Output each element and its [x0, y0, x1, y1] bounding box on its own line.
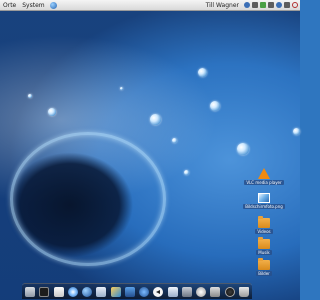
folder-icon	[258, 216, 270, 228]
terminal-icon[interactable]	[39, 286, 50, 297]
monitor-icon[interactable]	[124, 286, 135, 297]
power-icon[interactable]	[224, 286, 235, 297]
back-arrow-icon[interactable]	[153, 286, 164, 297]
trash-icon[interactable]	[238, 286, 249, 297]
water-drop	[184, 170, 189, 175]
water-drop	[48, 108, 56, 116]
desktop-icon-label: Musik	[256, 250, 272, 255]
desktop-icon-screenshot[interactable]: Bildschirmfoto.png	[243, 193, 285, 209]
water-drop	[293, 128, 300, 135]
power-icon[interactable]	[292, 2, 298, 8]
desktop-icon-label: VLC media player	[244, 180, 284, 185]
folder-icon	[258, 258, 270, 270]
browser-launcher-icon[interactable]	[49, 1, 57, 9]
text-editor-icon[interactable]	[53, 286, 64, 297]
clock-icon[interactable]	[284, 2, 290, 8]
water-drop	[120, 87, 123, 90]
battery-icon[interactable]	[268, 2, 274, 8]
box-icon[interactable]	[210, 286, 221, 297]
desktop-wallpaper	[0, 0, 300, 300]
preferences-icon[interactable]	[181, 286, 192, 297]
desktop-icon-vlc[interactable]: VLC media player	[244, 168, 284, 185]
folder-icon	[258, 237, 270, 249]
desktop-icon-pictures[interactable]: Bilder	[252, 258, 276, 276]
network-icon[interactable]	[244, 2, 250, 8]
grid-icon[interactable]	[167, 286, 178, 297]
desktop-icon-videos[interactable]: Videos	[252, 216, 276, 234]
system-tray: Till Wagner	[203, 2, 300, 9]
water-drop	[28, 94, 32, 98]
update-icon[interactable]	[260, 2, 266, 8]
mail-icon[interactable]	[96, 286, 107, 297]
water-drop-icon[interactable]	[67, 286, 78, 297]
desktop-icon-label: Bilder	[256, 271, 272, 276]
chat-status-icon[interactable]	[276, 2, 282, 8]
vlc-cone-icon	[258, 168, 270, 179]
desktop-icon-label: Bildschirmfoto.png	[243, 204, 285, 209]
water-drop	[172, 138, 177, 143]
photo-icon[interactable]	[110, 286, 121, 297]
menu-system[interactable]: System	[19, 2, 47, 9]
image-file-icon	[258, 193, 270, 203]
finder-icon[interactable]	[25, 286, 35, 297]
desktop-icon-label: Videos	[255, 229, 273, 234]
water-drop	[210, 101, 220, 111]
dock	[22, 283, 252, 299]
water-drop	[237, 143, 249, 155]
desktop-icon-music[interactable]: Musik	[252, 237, 276, 255]
water-drop	[198, 68, 207, 77]
sync-icon[interactable]	[196, 286, 207, 297]
browser-globe-icon[interactable]	[82, 286, 93, 297]
top-panel: Orte System Till Wagner	[0, 0, 300, 11]
menu-places[interactable]: Orte	[0, 2, 19, 9]
water-drop	[150, 114, 161, 125]
chat-icon[interactable]	[139, 286, 150, 297]
user-name[interactable]: Till Wagner	[203, 2, 242, 9]
water-splash	[10, 132, 166, 266]
volume-icon[interactable]	[252, 2, 258, 8]
